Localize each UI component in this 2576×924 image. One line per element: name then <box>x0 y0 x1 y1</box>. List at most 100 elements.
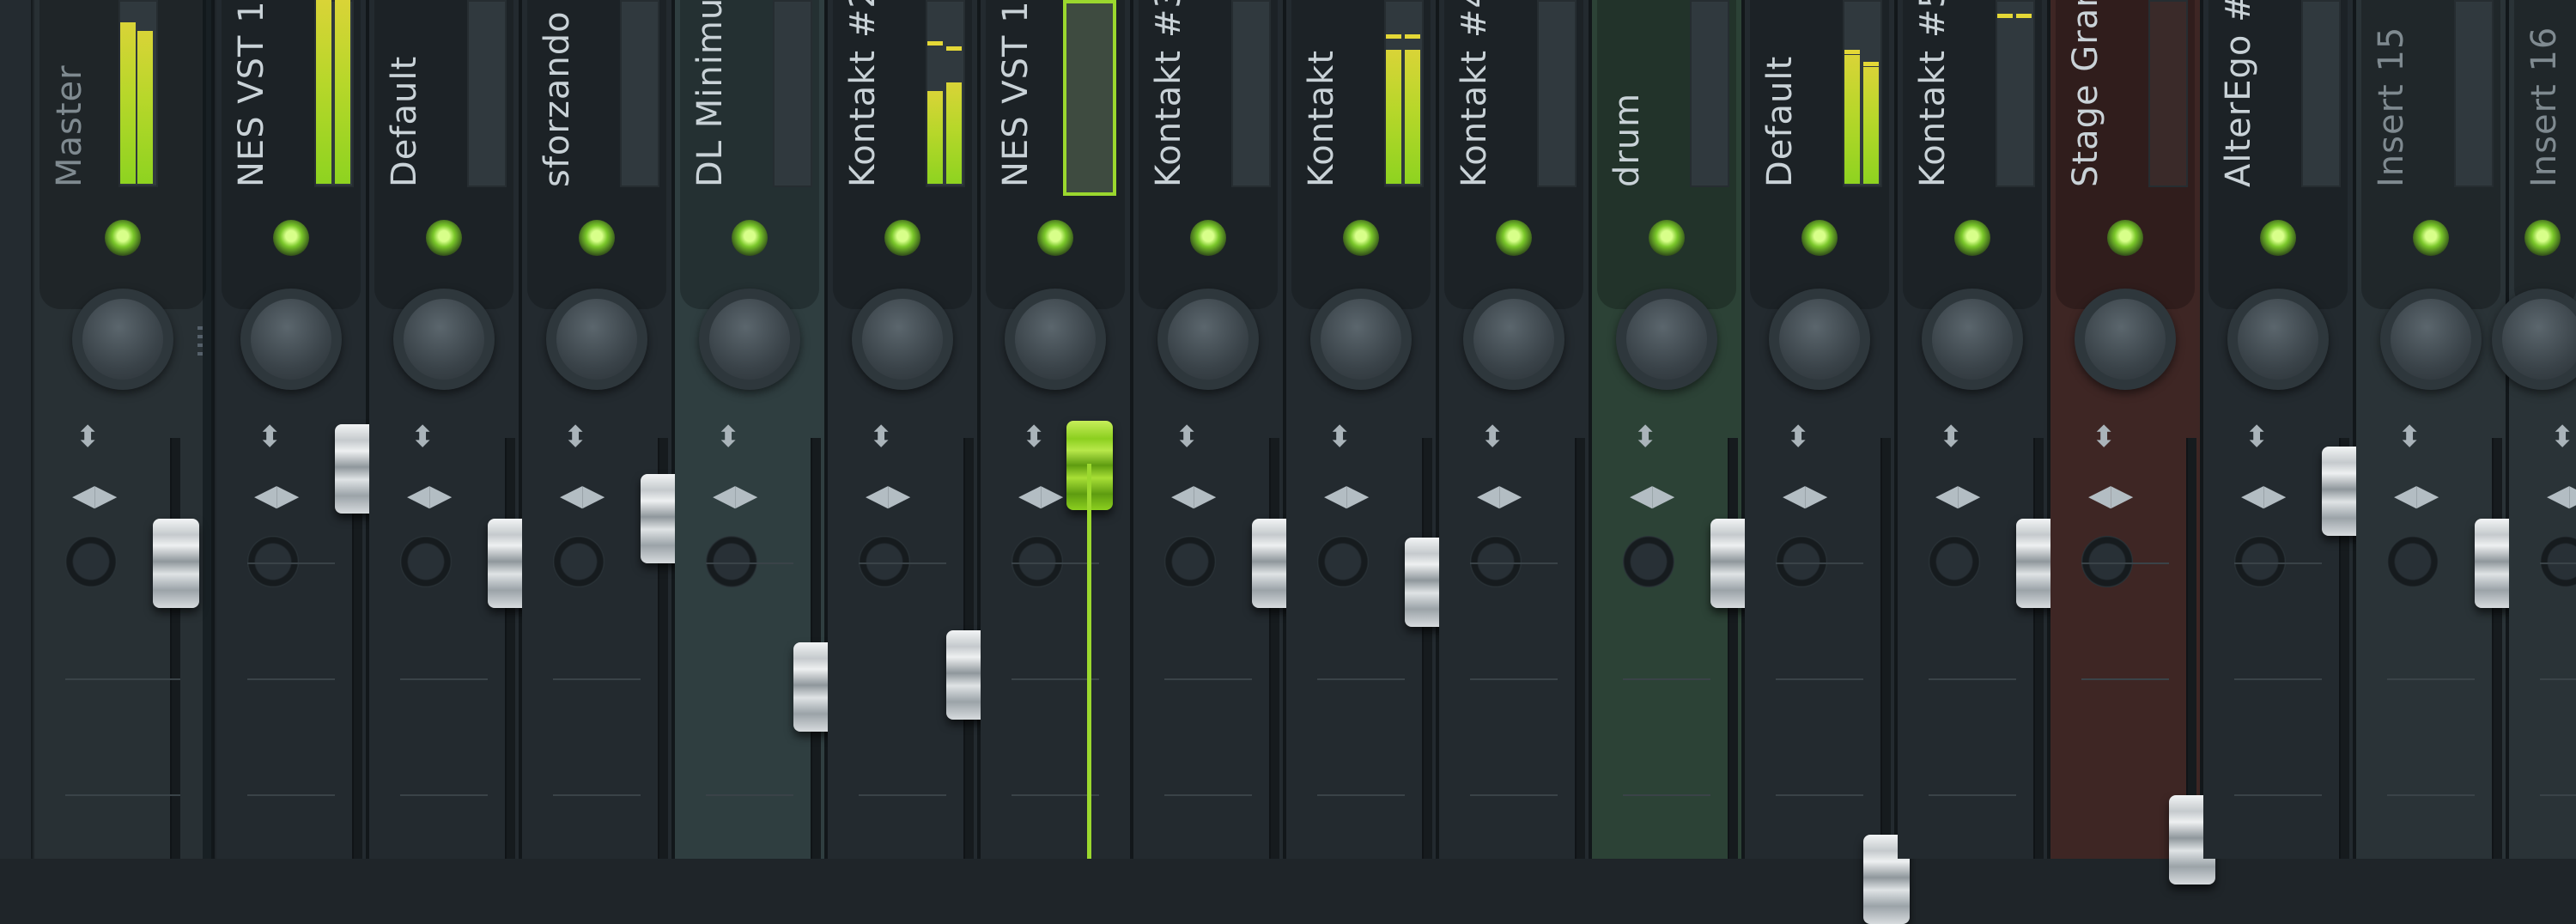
volume-track[interactable] <box>1880 438 1891 859</box>
volume-track[interactable] <box>1575 438 1585 859</box>
bypass-button[interactable] <box>1623 536 1674 587</box>
swap-channels-icon[interactable]: ◀▶ <box>1171 481 1216 510</box>
mute-led[interactable] <box>2413 220 2449 256</box>
mixer-strip-insert-12[interactable]: Kontakt #5 ⬍ ◀▶ <box>1898 0 2063 859</box>
mute-led[interactable] <box>884 220 920 256</box>
pan-knob[interactable] <box>1463 289 1564 390</box>
bypass-button[interactable] <box>247 536 299 587</box>
mixer-strip-insert-3[interactable]: sforzando ⬍ ◀▶ <box>522 0 687 859</box>
route-arrows-icon[interactable]: ⬍ <box>1022 422 1047 452</box>
route-arrows-icon[interactable]: ⬍ <box>1175 422 1200 452</box>
bypass-button[interactable] <box>1012 536 1063 587</box>
swap-channels-icon[interactable]: ◀▶ <box>1018 481 1063 510</box>
swap-channels-icon[interactable]: ◀▶ <box>1935 481 1980 510</box>
bypass-button[interactable] <box>1929 536 1980 587</box>
mute-led[interactable] <box>426 220 462 256</box>
swap-channels-icon[interactable]: ◀▶ <box>2088 481 2133 510</box>
route-arrows-icon[interactable]: ⬍ <box>716 422 741 452</box>
mute-led[interactable] <box>1649 220 1685 256</box>
mixer-strip-insert-7[interactable]: Kontakt #3 ⬍ ◀▶ <box>1133 0 1298 859</box>
pan-knob[interactable] <box>1310 289 1412 390</box>
route-arrows-icon[interactable]: ⬍ <box>1633 422 1658 452</box>
swap-channels-icon[interactable]: ◀▶ <box>1477 481 1522 510</box>
mixer-strip-insert-15[interactable]: Insert 15 ⬍ ◀▶ <box>2356 0 2521 859</box>
volume-track[interactable] <box>1728 438 1738 859</box>
mixer-strip-insert-2[interactable]: Default ⬍ ◀▶ <box>369 0 534 859</box>
mixer-strip-insert-8[interactable]: Kontakt ⬍ ◀▶ <box>1286 0 1451 859</box>
mute-led[interactable] <box>105 220 141 256</box>
bypass-button[interactable] <box>1470 536 1522 587</box>
route-arrows-icon[interactable]: ⬍ <box>2092 422 2117 452</box>
pan-knob[interactable] <box>1922 289 2023 390</box>
mute-led[interactable] <box>1801 220 1838 256</box>
volume-track[interactable] <box>505 438 515 859</box>
volume-track[interactable] <box>2492 438 2502 859</box>
mixer-strip-insert-11[interactable]: Default ⬍ ◀▶ <box>1745 0 1910 924</box>
bypass-button[interactable] <box>2081 536 2133 587</box>
mute-led[interactable] <box>1037 220 1073 256</box>
mixer-strip-insert-9[interactable]: Kontakt #4 ⬍ ◀▶ <box>1439 0 1592 859</box>
route-arrows-icon[interactable]: ⬍ <box>563 422 588 452</box>
mute-led[interactable] <box>732 220 768 256</box>
volume-fader[interactable] <box>153 519 199 608</box>
bypass-button[interactable] <box>859 536 910 587</box>
swap-channels-icon[interactable]: ◀▶ <box>254 481 299 510</box>
mixer-strip-master[interactable]: Master ⬍ ◀▶ <box>34 0 215 859</box>
pan-knob[interactable] <box>72 289 173 390</box>
swap-channels-icon[interactable]: ◀▶ <box>713 481 757 510</box>
pan-knob[interactable] <box>1157 289 1259 390</box>
mixer-strip-insert-10[interactable]: drum ⬍ ◀▶ <box>1592 0 1757 859</box>
route-arrows-icon[interactable]: ⬍ <box>1327 422 1352 452</box>
pan-knob[interactable] <box>2075 289 2176 390</box>
route-arrows-icon[interactable]: ⬍ <box>2245 422 2269 452</box>
mute-led[interactable] <box>1954 220 1990 256</box>
mixer-strip-insert-16[interactable]: Insert 16 ⬍ ◀▶ <box>2492 0 2576 859</box>
bypass-button[interactable] <box>706 536 757 587</box>
route-arrows-icon[interactable]: ⬍ <box>869 422 894 452</box>
bypass-button[interactable] <box>1164 536 1216 587</box>
pan-knob[interactable] <box>1616 289 1717 390</box>
bypass-button[interactable] <box>65 536 117 587</box>
swap-channels-icon[interactable]: ◀▶ <box>2241 481 2286 510</box>
mixer-strip-insert-14[interactable]: AlterEgo # ⬍ ◀▶ <box>2203 0 2368 859</box>
swap-channels-icon[interactable]: ◀▶ <box>2394 481 2439 510</box>
mixer-strip-insert-4[interactable]: DL Minimus ⬍ ◀▶ <box>675 0 840 859</box>
swap-channels-icon[interactable]: ◀▶ <box>1630 481 1674 510</box>
pan-knob[interactable] <box>2380 289 2482 390</box>
route-arrows-icon[interactable]: ⬍ <box>258 422 283 452</box>
bypass-button[interactable] <box>1776 536 1827 587</box>
swap-channels-icon[interactable]: ◀▶ <box>1324 481 1369 510</box>
pan-knob[interactable] <box>852 289 953 390</box>
mute-led[interactable] <box>273 220 309 256</box>
mixer-strip-insert-13[interactable]: Stage Grand ⬍ ◀▶ <box>2050 0 2215 884</box>
pan-knob[interactable] <box>699 289 800 390</box>
pan-knob[interactable] <box>240 289 342 390</box>
mute-led[interactable] <box>1343 220 1379 256</box>
mute-led[interactable] <box>2524 220 2561 256</box>
swap-channels-icon[interactable]: ◀▶ <box>560 481 605 510</box>
swap-channels-icon[interactable]: ◀▶ <box>72 481 117 510</box>
separator-grip-icon[interactable] <box>197 326 203 361</box>
volume-track[interactable] <box>2033 438 2044 859</box>
route-arrows-icon[interactable]: ⬍ <box>2550 422 2575 452</box>
route-arrows-icon[interactable]: ⬍ <box>76 422 100 452</box>
mixer-strip-insert-1[interactable]: NES VST 1.2 ⬍ ◀▶ <box>216 0 381 859</box>
mixer-strip-insert-5[interactable]: Kontakt #2 ⬍ ◀▶ <box>828 0 993 859</box>
bypass-button[interactable] <box>2540 536 2576 587</box>
pan-knob[interactable] <box>1005 289 1106 390</box>
swap-channels-icon[interactable]: ◀▶ <box>407 481 452 510</box>
volume-track[interactable] <box>1269 438 1279 859</box>
bypass-button[interactable] <box>400 536 452 587</box>
bypass-button[interactable] <box>2234 536 2286 587</box>
mute-led[interactable] <box>579 220 615 256</box>
pan-knob[interactable] <box>1769 289 1870 390</box>
swap-channels-icon[interactable]: ◀▶ <box>1783 481 1827 510</box>
bypass-button[interactable] <box>1317 536 1369 587</box>
pan-knob[interactable] <box>546 289 647 390</box>
bypass-button[interactable] <box>553 536 605 587</box>
route-arrows-icon[interactable]: ⬍ <box>410 422 435 452</box>
route-arrows-icon[interactable]: ⬍ <box>1939 422 1964 452</box>
mute-led[interactable] <box>1496 220 1532 256</box>
mute-led[interactable] <box>1190 220 1226 256</box>
mute-led[interactable] <box>2107 220 2143 256</box>
